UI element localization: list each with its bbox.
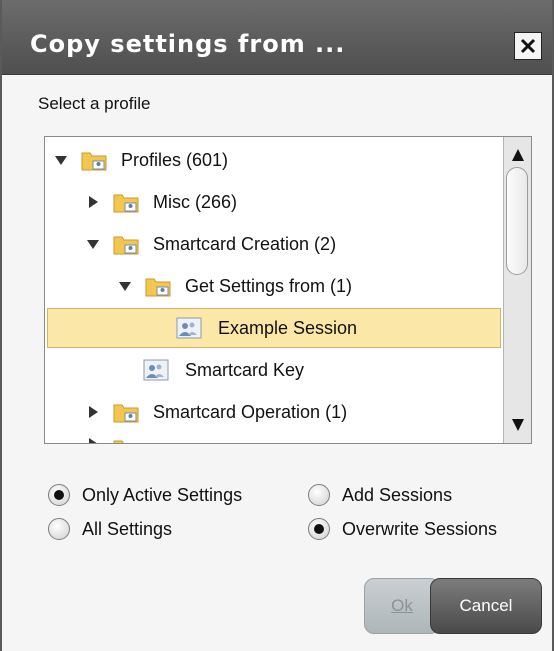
tree-item-label: Profiles (601) [121, 149, 229, 170]
scroll-up-arrow-icon [512, 149, 524, 161]
folder-profile-icon [145, 278, 171, 297]
close-button[interactable] [514, 32, 542, 60]
expanded-arrow-icon[interactable] [55, 154, 67, 166]
tree-item-profiles[interactable]: Profiles (601) [45, 139, 503, 181]
scroll-thumb[interactable] [506, 167, 528, 275]
folder-profile-icon [113, 236, 139, 255]
radio-label: Only Active Settings [82, 484, 243, 505]
radio-button[interactable] [308, 484, 330, 506]
expanded-arrow-icon[interactable] [119, 280, 131, 292]
radio-add-sessions[interactable]: Add Sessions [308, 480, 452, 510]
ok-button-label: Ok [391, 596, 413, 615]
tree-item-smartcard-operation[interactable]: Smartcard Operation (1) [45, 391, 503, 433]
tree-scrollbar[interactable] [503, 137, 531, 443]
close-icon [520, 38, 536, 54]
tree-item-get-settings-from[interactable]: Get Settings from (1) [45, 265, 503, 307]
radio-only-active-settings[interactable]: Only Active Settings [48, 480, 242, 510]
folder-profile-icon [113, 194, 139, 213]
folder-profile-icon [113, 440, 124, 443]
tree-item-label: Get Settings from (1) [185, 275, 353, 296]
radio-button[interactable] [308, 518, 330, 540]
radio-button[interactable] [48, 518, 70, 540]
scroll-down-arrow-icon [512, 419, 524, 431]
cancel-button-label: Cancel [459, 596, 513, 615]
tree-item-label: Smartcard Key [185, 359, 305, 380]
expanded-arrow-icon[interactable] [87, 238, 99, 250]
tree-item-label: Example Session [218, 317, 358, 338]
copy-settings-dialog: Copy settings from ... Select a profile … [0, 0, 554, 651]
folder-profile-icon [81, 152, 107, 171]
radio-all-settings[interactable]: All Settings [48, 514, 172, 544]
tree-item-label: Smartcard Operation (1) [153, 401, 348, 422]
radio-label: All Settings [82, 518, 173, 539]
session-icon [143, 359, 169, 381]
profile-tree[interactable]: Profiles (601) Misc (266) Smartcard Crea… [44, 136, 532, 444]
tree-item-smartcard-creation[interactable]: Smartcard Creation (2) [45, 223, 503, 265]
radio-button[interactable] [48, 484, 70, 506]
tree-item-partial[interactable] [45, 433, 503, 444]
scroll-down-button[interactable] [508, 413, 528, 437]
tree-item-label: Misc (266) [153, 191, 238, 212]
radio-overwrite-sessions[interactable]: Overwrite Sessions [308, 514, 497, 544]
title-bar: Copy settings from ... [2, 0, 552, 75]
tree-item-example-session[interactable]: Example Session [47, 308, 501, 348]
tree-item-label: Smartcard Creation (2) [153, 233, 337, 254]
scroll-up-button[interactable] [508, 143, 528, 167]
cancel-button[interactable]: Cancel [430, 578, 542, 634]
dialog-title: Copy settings from ... [30, 30, 346, 58]
select-profile-label: Select a profile [38, 94, 151, 113]
ok-button[interactable]: Ok [364, 578, 440, 634]
radio-label: Add Sessions [342, 484, 453, 505]
tree-item-smartcard-key[interactable]: Smartcard Key [45, 349, 503, 391]
collapsed-arrow-icon[interactable] [87, 406, 99, 418]
session-icon [176, 317, 202, 339]
folder-profile-icon [113, 404, 139, 423]
collapsed-arrow-icon[interactable] [87, 438, 99, 444]
tree-item-misc[interactable]: Misc (266) [45, 181, 503, 223]
collapsed-arrow-icon[interactable] [87, 196, 99, 208]
radio-label: Overwrite Sessions [342, 518, 498, 539]
